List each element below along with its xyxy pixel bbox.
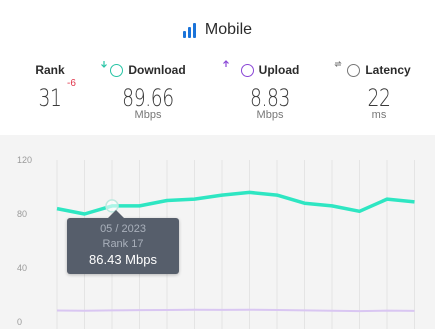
rank-delta: -6 bbox=[67, 78, 76, 89]
chart-area: 120 80 40 0 bbox=[0, 135, 435, 329]
arrow-up-circle-icon bbox=[223, 60, 254, 77]
y-tick-label: 120 bbox=[17, 155, 32, 165]
upload-value: 8.83 bbox=[249, 84, 291, 112]
latency-stat: Latency 22 ms bbox=[334, 60, 424, 121]
tooltip-rank: Rank 17 bbox=[102, 238, 144, 250]
download-label: Download bbox=[128, 63, 186, 77]
arrow-down-circle-icon bbox=[101, 61, 124, 77]
latency-value: 22 bbox=[367, 84, 391, 112]
page-title: Mobile bbox=[204, 21, 253, 38]
upload-label: Upload bbox=[258, 63, 300, 77]
header: Mobile bbox=[0, 0, 435, 60]
latency-circle-icon bbox=[334, 61, 361, 77]
speed-chart: 120 80 40 0 bbox=[17, 155, 415, 329]
rank-label: Rank bbox=[35, 63, 65, 77]
latency-label: Latency bbox=[365, 63, 411, 77]
stats-row: Rank 31 -6 Download 89.66 Mbps Upload 8.… bbox=[0, 60, 435, 132]
signal-bars-icon bbox=[182, 22, 199, 38]
upload-series-line bbox=[56, 308, 415, 313]
y-tick-label: 80 bbox=[17, 209, 27, 219]
y-tick-label: 0 bbox=[17, 317, 22, 327]
rank-value: 31 bbox=[38, 84, 62, 112]
download-stat: Download 89.66 Mbps bbox=[100, 60, 196, 121]
download-value: 89.66 bbox=[122, 84, 174, 112]
upload-stat: Upload 8.83 Mbps bbox=[222, 60, 318, 121]
tooltip-value: 86.43 Mbps bbox=[89, 252, 157, 267]
y-tick-label: 40 bbox=[17, 263, 27, 273]
chart-tooltip: 05 / 2023 Rank 17 86.43 Mbps bbox=[67, 210, 179, 274]
tooltip-date: 05 / 2023 bbox=[100, 223, 146, 235]
